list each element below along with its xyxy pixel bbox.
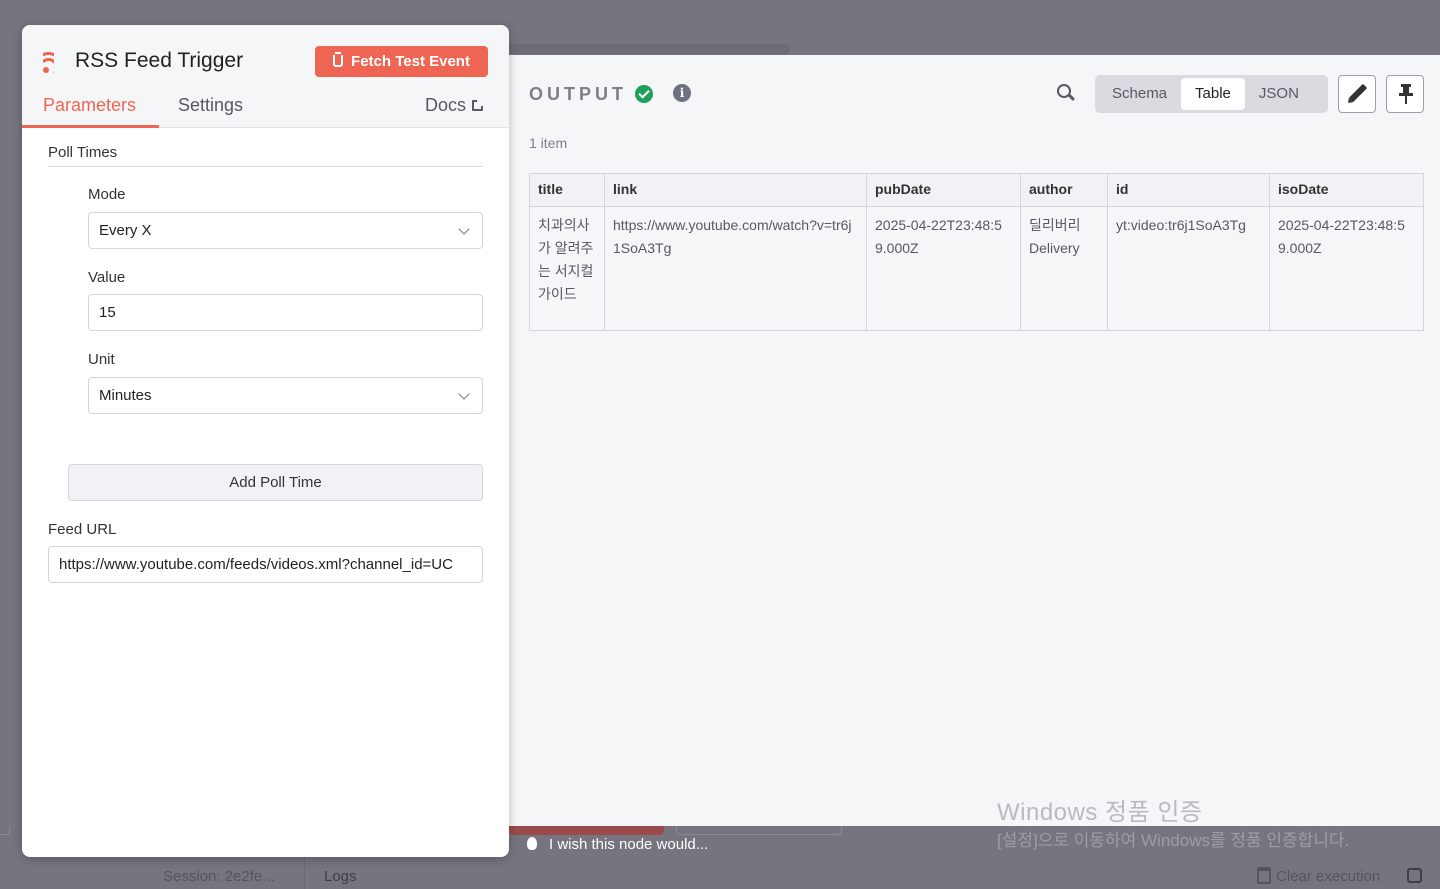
feed-url-label: Feed URL <box>48 521 117 538</box>
windows-activation-message: [설정]으로 이동하여 Windows를 정품 인증합니다. <box>997 831 1350 850</box>
fetch-test-event-label: Fetch Test Event <box>351 53 470 70</box>
mode-label: Mode <box>88 186 126 203</box>
table-header-row: title link pubDate author id isoDate <box>529 173 1424 207</box>
background-outline-button <box>676 826 842 835</box>
docs-link[interactable]: Docs <box>425 95 485 116</box>
view-schema[interactable]: Schema <box>1098 78 1181 110</box>
column-header-isodate: isoDate <box>1269 173 1424 207</box>
value-label: Value <box>88 269 126 286</box>
active-tab-indicator <box>22 125 159 128</box>
column-header-pubdate: pubDate <box>866 173 1021 207</box>
node-title[interactable]: RSS Feed Trigger <box>75 49 243 73</box>
node-feedback-text: I wish this node would... <box>549 836 709 853</box>
feed-url-input-value: https://www.youtube.com/feeds/videos.xml… <box>59 556 453 573</box>
cell-author: 딜리버리 Delivery <box>1020 206 1108 331</box>
mode-select[interactable]: Every X <box>88 212 483 249</box>
view-toggle: Schema Table JSON <box>1095 75 1328 113</box>
background-left-edge <box>0 826 10 835</box>
search-icon[interactable] <box>1057 84 1076 102</box>
flask-icon <box>333 52 344 67</box>
background-red-button <box>509 826 664 835</box>
value-input[interactable]: 15 <box>88 294 483 331</box>
node-header: RSS Feed Trigger Fetch Test Event Parame… <box>22 25 509 128</box>
column-header-link: link <box>604 173 867 207</box>
clear-execution-button[interactable]: Clear execution <box>1276 868 1380 885</box>
column-header-id: id <box>1107 173 1270 207</box>
pin-data-button[interactable] <box>1386 75 1424 113</box>
add-poll-time-button[interactable]: Add Poll Time <box>68 464 483 501</box>
popout-icon[interactable] <box>1407 868 1422 883</box>
logs-tab[interactable]: Logs <box>324 868 357 885</box>
tab-parameters[interactable]: Parameters <box>43 95 136 116</box>
tab-settings[interactable]: Settings <box>178 95 243 116</box>
value-input-value: 15 <box>99 304 116 321</box>
unit-label: Unit <box>88 351 115 368</box>
docs-label: Docs <box>425 95 467 115</box>
cell-id: yt:video:tr6j1SoA3Tg <box>1107 206 1270 331</box>
output-panel: OUTPUT i Schema Table JSON 1 item title … <box>508 55 1440 826</box>
footer-divider <box>304 856 305 889</box>
background-scrollbar <box>480 44 790 54</box>
cell-pubdate: 2025-04-22T23:48:59.000Z <box>866 206 1021 331</box>
column-header-author: author <box>1020 173 1108 207</box>
edit-output-button[interactable] <box>1338 75 1376 113</box>
view-json[interactable]: JSON <box>1245 78 1313 110</box>
view-table[interactable]: Table <box>1181 78 1245 110</box>
chevron-down-icon <box>458 223 470 235</box>
rss-icon <box>43 52 64 73</box>
mode-select-value: Every X <box>99 222 152 239</box>
windows-activation-title: Windows 정품 인증 <box>997 799 1203 826</box>
success-check-icon <box>635 85 653 103</box>
unit-select[interactable]: Minutes <box>88 377 483 414</box>
pin-icon <box>1399 84 1413 104</box>
cell-title: 치과의사가 알려주는 서지컬 가이드 <box>529 206 605 331</box>
trash-icon <box>1257 867 1271 884</box>
lightbulb-icon <box>527 837 537 850</box>
output-title: OUTPUT <box>529 84 627 104</box>
external-link-icon <box>472 99 485 111</box>
chevron-down-icon <box>458 388 470 400</box>
section-divider <box>48 166 483 167</box>
column-header-title: title <box>529 173 605 207</box>
pencil-icon <box>1348 83 1368 103</box>
fetch-test-event-button[interactable]: Fetch Test Event <box>315 46 488 77</box>
info-icon[interactable]: i <box>673 84 691 102</box>
session-label: Session: 2e2fe... <box>163 868 275 885</box>
table-row: 치과의사가 알려주는 서지컬 가이드 https://www.youtube.c… <box>529 206 1424 331</box>
poll-times-section-title: Poll Times <box>48 144 118 161</box>
node-parameters-panel: RSS Feed Trigger Fetch Test Event Parame… <box>22 25 509 857</box>
unit-select-value: Minutes <box>99 387 152 404</box>
cell-isodate: 2025-04-22T23:48:59.000Z <box>1269 206 1424 331</box>
item-count: 1 item <box>529 135 568 151</box>
cell-link: https://www.youtube.com/watch?v=tr6j1SoA… <box>604 206 867 331</box>
node-feedback-link[interactable]: I wish this node would... <box>527 836 708 853</box>
feed-url-input[interactable]: https://www.youtube.com/feeds/videos.xml… <box>48 546 483 583</box>
output-table: title link pubDate author id isoDate 치과의… <box>529 173 1424 331</box>
